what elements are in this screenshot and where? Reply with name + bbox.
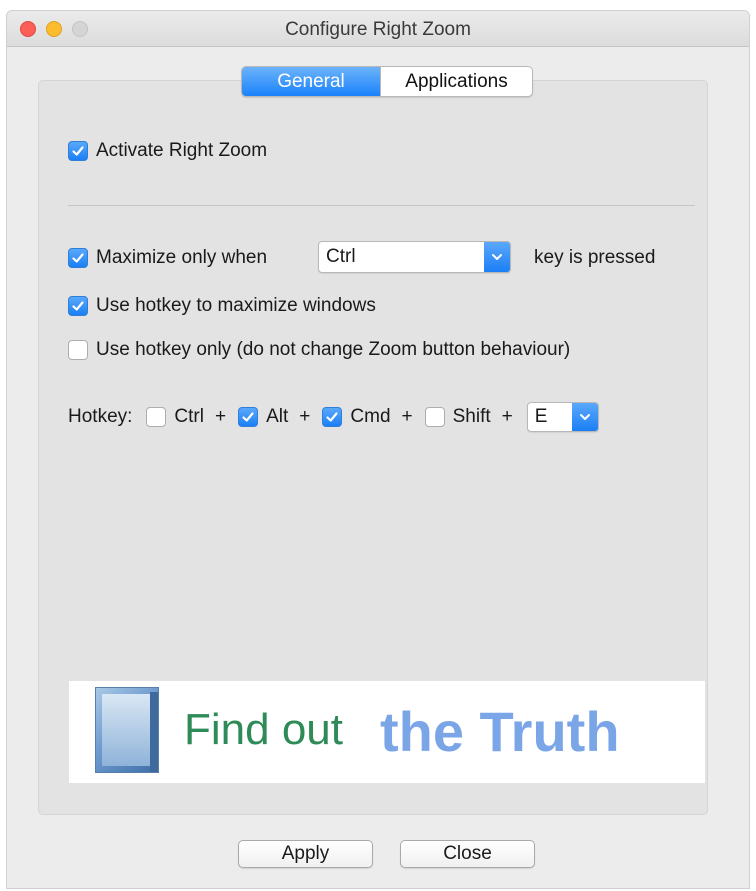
hotkey-key-value: E: [534, 406, 548, 427]
ad-text-green: Find out: [184, 705, 343, 754]
plus-separator: +: [501, 406, 513, 427]
checkmark-icon: [72, 253, 84, 263]
hotkey-cmd-label: Cmd: [350, 406, 391, 427]
hotkey-only-row: Use hotkey only (do not change Zoom butt…: [68, 339, 570, 361]
hotkey-alt-label: Alt: [266, 406, 289, 427]
modifier-key-value: Ctrl: [326, 246, 356, 267]
use-hotkey-row: Use hotkey to maximize windows: [68, 295, 376, 317]
use-hotkey-label: Use hotkey to maximize windows: [96, 295, 376, 316]
software-box-icon: [95, 687, 159, 773]
hotkey-alt-checkbox[interactable]: [238, 407, 259, 427]
apply-button[interactable]: Apply: [238, 840, 373, 868]
checkmark-icon: [242, 412, 254, 422]
activate-row: Activate Right Zoom: [68, 140, 267, 162]
plus-separator: +: [214, 406, 227, 427]
activate-label: Activate Right Zoom: [96, 140, 268, 161]
tab-applications[interactable]: Applications: [380, 67, 532, 96]
checkmark-icon: [72, 146, 84, 156]
hotkey-key-select[interactable]: E: [526, 402, 599, 432]
maximize-only-label: Maximize only when: [96, 247, 268, 268]
modifier-key-select[interactable]: Ctrl: [318, 241, 511, 273]
window-title: Configure Right Zoom: [285, 19, 471, 40]
checkmark-icon: [72, 301, 84, 311]
hotkey-label: Hotkey:: [68, 406, 133, 427]
chevron-down-icon: [484, 242, 510, 272]
key-pressed-label: key is pressed: [534, 247, 656, 268]
section-divider: [68, 205, 695, 206]
hotkey-ctrl-label: Ctrl: [174, 406, 204, 427]
preferences-window: Configure Right Zoom General Application…: [6, 10, 750, 889]
checkmark-icon: [326, 412, 338, 422]
hotkey-shift-label: Shift: [452, 406, 491, 427]
tab-general[interactable]: General: [242, 67, 380, 96]
activate-checkbox[interactable]: [68, 141, 88, 161]
hotkey-row: Hotkey: Ctrl + Alt + Cmd + Shift + E: [68, 402, 599, 432]
close-button[interactable]: Close: [400, 840, 535, 868]
hotkey-shift-checkbox[interactable]: [424, 407, 445, 427]
tab-bar: General Applications: [241, 66, 533, 97]
hotkey-only-checkbox[interactable]: [68, 340, 88, 360]
hotkey-cmd-checkbox[interactable]: [322, 407, 343, 427]
hotkey-ctrl-checkbox[interactable]: [146, 407, 167, 427]
maximize-only-row: Maximize only when: [68, 247, 267, 269]
plus-separator: +: [299, 406, 311, 427]
ad-text-blue: the Truth: [380, 700, 620, 763]
maximize-only-checkbox[interactable]: [68, 248, 88, 268]
title-bar: Configure Right Zoom: [7, 11, 749, 47]
box-front: [102, 694, 150, 766]
plus-separator: +: [401, 406, 413, 427]
box-side: [150, 692, 158, 772]
advertisement-banner[interactable]: Find out the Truth: [69, 681, 705, 783]
hotkey-only-label: Use hotkey only (do not change Zoom butt…: [96, 339, 571, 360]
use-hotkey-checkbox[interactable]: [68, 296, 88, 316]
chevron-down-icon: [571, 403, 598, 431]
